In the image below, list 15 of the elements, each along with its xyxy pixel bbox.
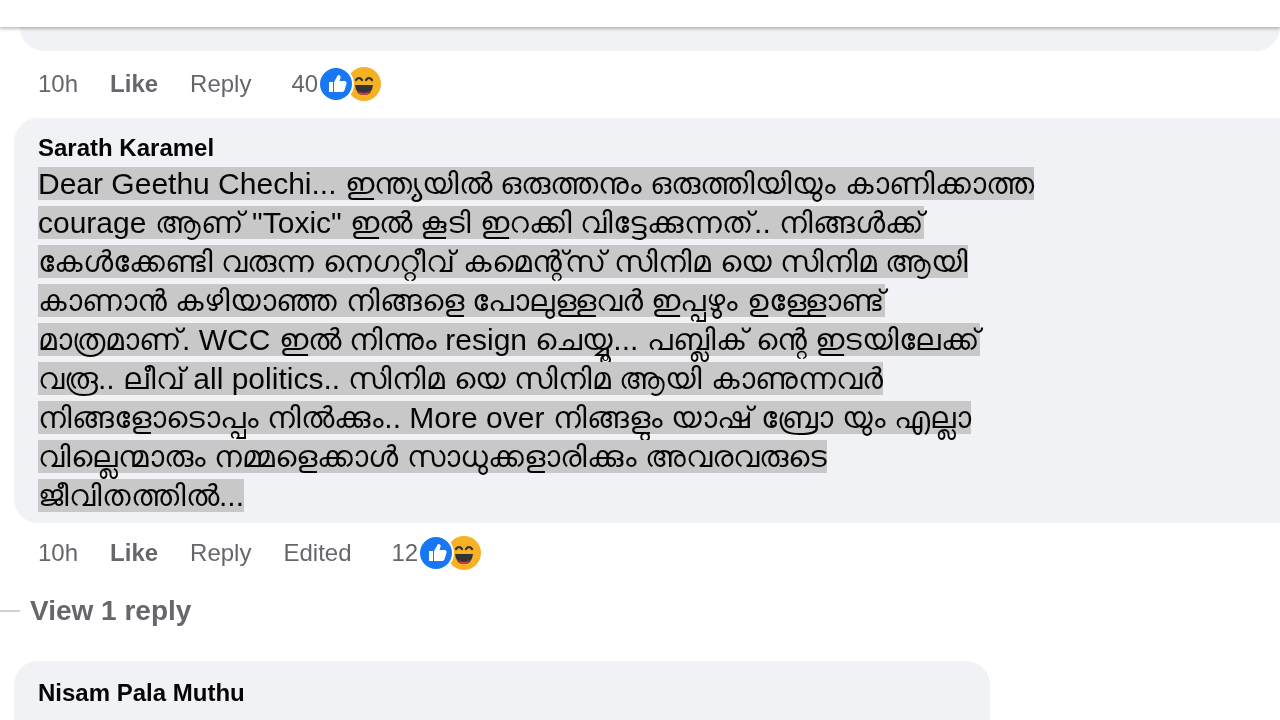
thumbs-up-icon <box>418 535 455 571</box>
like-link[interactable]: Like <box>110 535 159 571</box>
comment-text: Dear Geethu Chechi... ഇന്ത്യയിൽ ഒരുത്തനും ഒരുത്തിയിയും കാണിക്കാത്ത courage ആണ് "Toxic" ഇൽ കൂടി ഇറക്കി വിട്ടേക്കുന്നത്.. നിങ്ങൾക്ക് കേൾക്കേണ്ടി വരുന്ന നെഗറ്റീവ് കമെന്റ്സ് സിനിമ യെ സിനിമ ആയി കാണാൻ കഴിയാഞ്ഞ നിങ്ങളെ പോലുള്ളവർ ഇപ്പഴും ഉള്ളോണ്ട് മാത്രമാണ്. WCC ഇൽ നിന്നും resign ചെയ്യൂ... പബ്ലിക് ന്റെ ഇടയിലേക്ക് വരൂ.. ലീവ് all politics.. സിനിമ യെ സിനിമ ആയി കാണുന്നവർ നിങ്ങളോടൊപ്പം നിൽക്കും.. More over നിങ്ങളും യാഷ് ബ്രോ യും എല്ലാ വില്ലെന്മാരും നമ്മളെക്കാൾ സാധുക്കളാരിക്കും അവരവരുടെ ജീവിതത്തിൽ... <box>38 166 1035 514</box>
reaction-count: 12 <box>391 538 419 568</box>
reaction-count: 40 <box>291 69 319 99</box>
reply-link[interactable]: Reply <box>190 535 252 571</box>
comment-author[interactable]: Sarath Karamel <box>38 132 1270 164</box>
comment-time: 10h <box>38 69 79 99</box>
reply-link[interactable]: Reply <box>190 66 252 102</box>
comment-author[interactable]: Nisam Pala Muthu <box>38 677 990 709</box>
comment-time: 10h <box>38 538 79 568</box>
edited-label: Edited <box>283 538 352 568</box>
like-link[interactable]: Like <box>110 66 159 102</box>
view-replies-link[interactable]: View 1 reply <box>30 590 192 632</box>
thumbs-up-icon <box>318 66 355 102</box>
